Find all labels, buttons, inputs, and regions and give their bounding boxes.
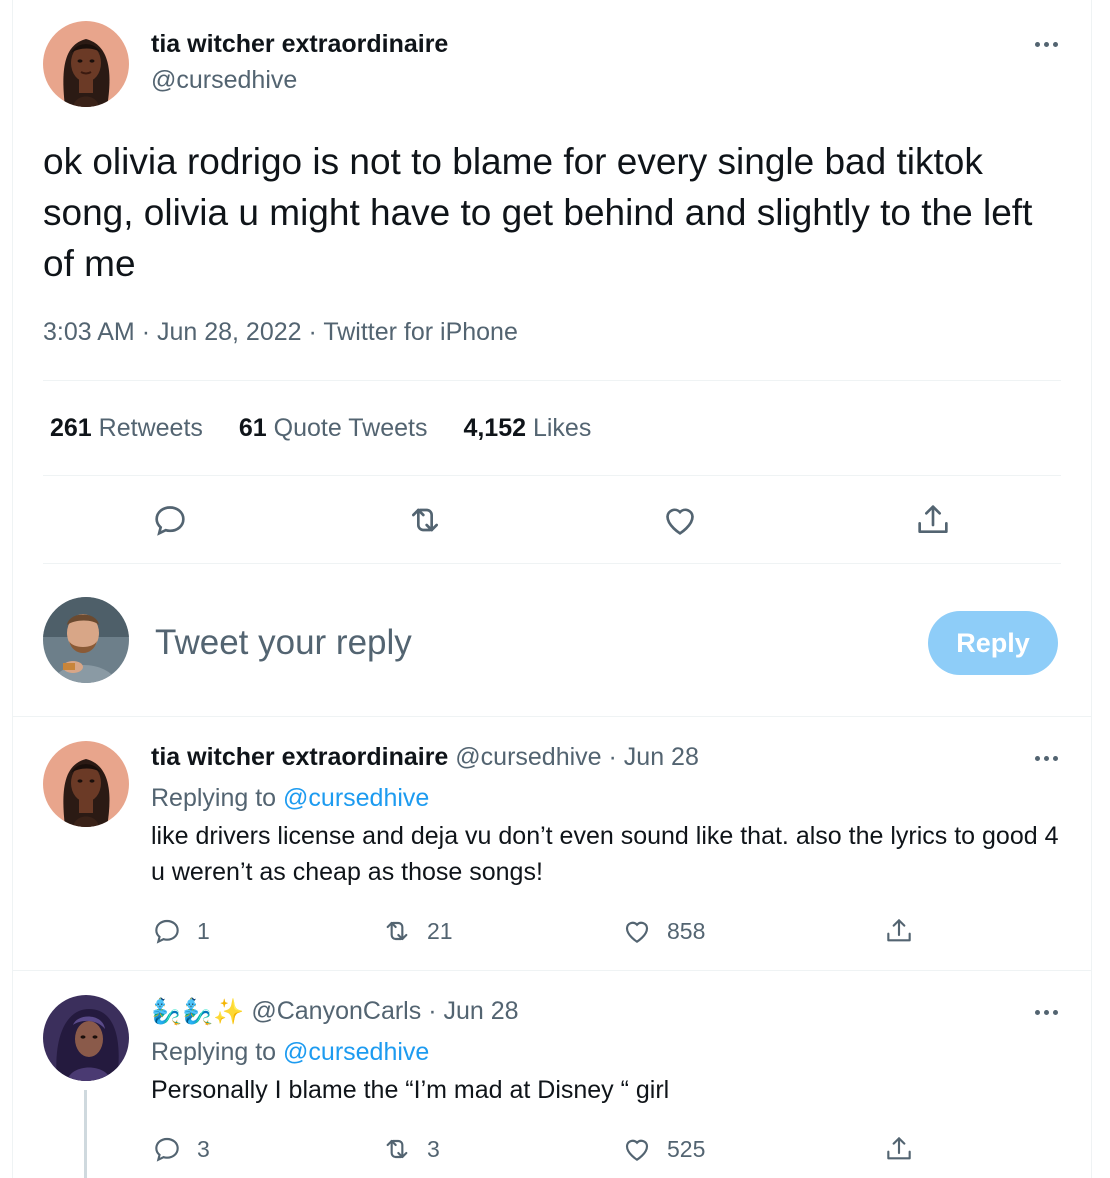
reply-author-name[interactable]: 🧞‍♂️🧞‍♂️✨ — [151, 998, 244, 1027]
like-icon[interactable] — [660, 500, 700, 540]
reply-author-name[interactable]: tia witcher extraordinaire — [151, 743, 448, 771]
share-action[interactable] — [883, 1133, 915, 1165]
like-count: 858 — [667, 917, 706, 944]
author-name[interactable]: tia witcher extraordinaire — [151, 30, 448, 59]
replying-to-link[interactable]: @cursedhive — [283, 1038, 429, 1066]
like-icon — [625, 921, 649, 943]
reply-count: 1 — [197, 917, 210, 944]
like-icon — [625, 1139, 649, 1161]
retweet-count: 3 — [427, 1135, 440, 1162]
more-options-icon[interactable] — [1026, 1002, 1066, 1022]
like-count: 525 — [667, 1135, 706, 1162]
reply-author-avatar[interactable] — [43, 995, 129, 1081]
tweet-text: ok olivia rodrigo is not to blame for ev… — [43, 141, 1033, 284]
reply-author-handle[interactable]: @CanyonCarls — [251, 997, 421, 1025]
likes-stat[interactable]: 4,152 Likes — [463, 414, 591, 443]
replying-to: Replying to @cursedhive — [151, 1038, 430, 1066]
retweet-action[interactable]: 3 — [381, 1133, 440, 1165]
tweet-stats: 261 Retweets 61 Quote Tweets 4,152 Likes — [50, 414, 591, 443]
thread-line — [84, 1090, 87, 1178]
replying-to: Replying to @cursedhive — [151, 784, 430, 812]
reply-button[interactable]: Reply — [928, 611, 1058, 675]
user-avatar[interactable] — [43, 597, 129, 683]
reply-icon — [155, 919, 179, 944]
share-icon — [887, 1137, 911, 1160]
reply-icon — [155, 1137, 179, 1162]
like-action[interactable]: 858 — [621, 915, 705, 947]
reply-text: Personally I blame the “I’m mad at Disne… — [151, 1076, 670, 1104]
retweet-count: 21 — [427, 917, 453, 944]
reply-input[interactable]: Tweet your reply — [155, 623, 412, 663]
reply-action[interactable]: 3 — [151, 1133, 210, 1165]
reply-author-handle[interactable]: @cursedhive — [455, 743, 601, 771]
more-options-icon[interactable] — [1026, 34, 1066, 54]
reply-author-avatar[interactable] — [43, 741, 129, 827]
reply-header: 🧞‍♂️🧞‍♂️✨ @CanyonCarls · Jun 28 — [151, 997, 519, 1027]
divider — [43, 563, 1061, 564]
divider — [13, 716, 1091, 717]
reply-text: like drivers license and deja vu don’t e… — [151, 822, 1059, 886]
quote-tweets-stat[interactable]: 61 Quote Tweets — [239, 414, 428, 443]
retweet-icon — [386, 921, 408, 941]
share-icon — [887, 919, 911, 942]
replying-to-link[interactable]: @cursedhive — [283, 784, 429, 812]
reply-date[interactable]: Jun 28 — [624, 743, 699, 771]
divider — [13, 970, 1091, 971]
retweet-icon[interactable] — [405, 500, 445, 540]
share-action[interactable] — [883, 915, 915, 947]
divider — [43, 380, 1061, 381]
reply-count: 3 — [197, 1135, 210, 1162]
divider — [43, 475, 1061, 476]
reply-header: tia witcher extraordinaire @cursedhive ·… — [151, 743, 699, 771]
share-icon[interactable] — [913, 500, 953, 540]
tweet-time[interactable]: 3:03 AM — [43, 318, 135, 346]
reply-action[interactable]: 1 — [151, 915, 210, 947]
author-avatar[interactable] — [43, 21, 129, 107]
tweet-meta: 3:03 AM · Jun 28, 2022 · Twitter for iPh… — [43, 318, 518, 346]
retweet-icon — [386, 1139, 408, 1159]
retweet-action[interactable]: 21 — [381, 915, 453, 947]
reply-date[interactable]: Jun 28 — [443, 997, 518, 1025]
author-handle[interactable]: @cursedhive — [151, 66, 297, 95]
retweets-stat[interactable]: 261 Retweets — [50, 414, 203, 443]
reply-icon[interactable] — [150, 500, 190, 540]
tweet-actions — [0, 498, 1110, 544]
more-options-icon[interactable] — [1026, 748, 1066, 768]
like-action[interactable]: 525 — [621, 1133, 705, 1165]
tweet-date[interactable]: Jun 28, 2022 — [157, 318, 302, 346]
tweet-source[interactable]: Twitter for iPhone — [323, 318, 518, 346]
